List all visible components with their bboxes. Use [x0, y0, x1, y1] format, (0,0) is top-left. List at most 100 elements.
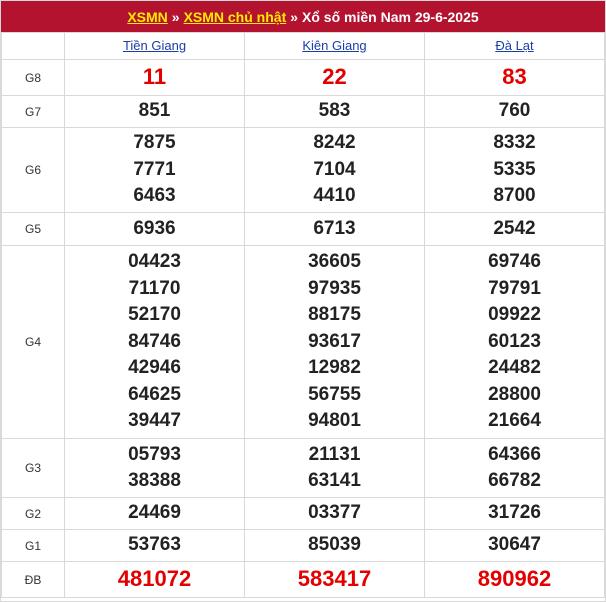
prize-number: 21131 — [308, 443, 361, 465]
prize-number: 42946 — [128, 357, 181, 379]
prize-cell: 21131 63141 — [244, 438, 425, 498]
prize-number: 39447 — [128, 410, 181, 432]
prize-row-đb: ĐB 481072 583417 890962 — [1, 561, 605, 598]
prize-number: 52170 — [128, 304, 181, 326]
prize-number: 583417 — [297, 566, 372, 592]
prize-number: 09922 — [488, 304, 541, 326]
page-title: Xổ số miền Nam 29-6-2025 — [302, 8, 479, 25]
province-kien-giang-link[interactable]: Kiên Giang — [302, 38, 366, 53]
prize-cell: 30647 — [424, 529, 605, 562]
prize-cell: 24469 — [64, 497, 245, 530]
prize-number: 7875 — [133, 132, 176, 154]
prize-number: 4410 — [313, 185, 356, 207]
prize-number: 24469 — [128, 502, 181, 524]
prize-number: 53763 — [128, 534, 181, 556]
breadcrumb-xsmn-link[interactable]: XSMN — [127, 9, 167, 25]
prize-number: 60123 — [488, 330, 541, 352]
prize-number: 97935 — [308, 277, 361, 299]
prize-cell: 69746 79791 09922 60123 24482 28800 21664 — [424, 245, 605, 439]
prize-number: 11 — [142, 64, 167, 90]
prize-number: 38388 — [128, 470, 181, 491]
prize-number: 94801 — [308, 410, 361, 432]
prize-number: 481072 — [117, 566, 192, 592]
prize-number: 6936 — [133, 217, 176, 239]
prize-number: 69746 — [488, 251, 541, 273]
prize-number: 31726 — [488, 502, 541, 524]
prize-label: G8 — [24, 70, 41, 85]
header-bar: XSMN » XSMN chủ nhật » Xổ số miền Nam 29… — [1, 1, 605, 32]
prize-cell: 85039 — [244, 529, 425, 562]
prize-cell: 8332 5335 8700 — [424, 127, 605, 213]
province-da-lat-link[interactable]: Đà Lạt — [495, 38, 533, 53]
prize-cell: 6936 — [64, 212, 245, 246]
prize-number: 56755 — [308, 383, 361, 405]
prize-number: 83 — [502, 64, 527, 90]
results-table: Tiền Giang Kiên Giang Đà Lạt G8 11 22 83 G7 8… — [1, 32, 605, 598]
prize-number: 04423 — [128, 251, 181, 273]
prize-number: 7771 — [133, 158, 176, 180]
prize-cell: 890962 — [424, 561, 605, 598]
prize-number: 6713 — [313, 217, 356, 239]
prize-number: 05793 — [128, 443, 181, 465]
prize-number: 28800 — [488, 383, 541, 405]
prize-label: G1 — [24, 538, 41, 553]
prize-row-g4: G4 04423 71170 52170 84746 42946 64625 39447 366… — [1, 245, 605, 439]
prize-number: 7104 — [313, 158, 356, 180]
prize-number: 5335 — [493, 158, 536, 180]
prize-cell: 31726 — [424, 497, 605, 530]
prize-number: 583 — [318, 100, 351, 122]
prize-cell: 03377 — [244, 497, 425, 530]
prize-number: 64625 — [128, 383, 181, 405]
prize-number: 88175 — [308, 304, 361, 326]
province-tien-giang-link[interactable]: Tiền Giang — [123, 38, 186, 53]
prize-cell: 83 — [424, 59, 605, 96]
prize-number: 6463 — [133, 185, 176, 207]
prize-label: G7 — [24, 104, 41, 119]
prize-number: 22 — [322, 64, 347, 90]
prize-number: 66782 — [488, 470, 541, 491]
prize-row-g2: G2 24469 03377 31726 — [1, 497, 605, 530]
prize-number: 8242 — [313, 132, 356, 154]
prize-number: 30647 — [488, 534, 541, 556]
prize-row-g1: G1 53763 85039 30647 — [1, 529, 605, 562]
prize-cell: 53763 — [64, 529, 245, 562]
prize-number: 24482 — [488, 357, 541, 379]
prize-cell: 7875 7771 6463 — [64, 127, 245, 213]
prize-number: 03377 — [308, 502, 361, 524]
province-header-row: Tiền Giang Kiên Giang Đà Lạt — [1, 32, 605, 60]
prize-cell: 11 — [64, 59, 245, 96]
prize-label: G6 — [24, 163, 41, 177]
prize-row-g3: G3 05793 38388 21131 63141 64366 66782 — [1, 438, 605, 498]
prize-label: G4 — [24, 335, 41, 349]
prize-row-g7: G7 851 583 760 — [1, 95, 605, 128]
breadcrumb-separator: » — [171, 8, 180, 25]
prize-number: 8332 — [493, 132, 536, 154]
empty-corner-cell — [1, 32, 65, 60]
prize-number: 84746 — [128, 330, 181, 352]
prize-row-g5: G5 6936 6713 2542 — [1, 212, 605, 246]
prize-number: 890962 — [477, 566, 552, 592]
prize-cell: 05793 38388 — [64, 438, 245, 498]
prize-cell: 583417 — [244, 561, 425, 598]
prize-number: 71170 — [128, 277, 181, 299]
prize-cell: 583 — [244, 95, 425, 128]
prize-number: 12982 — [308, 357, 361, 379]
prize-cell: 36605 97935 88175 93617 12982 56755 94801 — [244, 245, 425, 439]
prize-number: 79791 — [488, 277, 541, 299]
prize-row-g6: G6 7875 7771 6463 8242 7104 4410 8332 5335 8700 — [1, 127, 605, 213]
prize-number: 93617 — [308, 330, 361, 352]
prize-number: 63141 — [308, 470, 361, 491]
prize-cell: 760 — [424, 95, 605, 128]
prize-number: 851 — [138, 100, 171, 122]
prize-cell: 22 — [244, 59, 425, 96]
prize-cell: 851 — [64, 95, 245, 128]
prize-number: 2542 — [493, 217, 536, 239]
prize-label: ĐB — [24, 572, 42, 587]
prize-row-g8: G8 11 22 83 — [1, 59, 605, 96]
prize-number: 36605 — [308, 251, 361, 273]
prize-cell: 2542 — [424, 212, 605, 246]
prize-cell: 8242 7104 4410 — [244, 127, 425, 213]
breadcrumb-xsmn-sunday-link[interactable]: XSMN chủ nhật — [184, 9, 287, 25]
prize-label: G3 — [24, 461, 41, 475]
lottery-results-panel: XSMN » XSMN chủ nhật » Xổ số miền Nam 29… — [0, 0, 606, 602]
